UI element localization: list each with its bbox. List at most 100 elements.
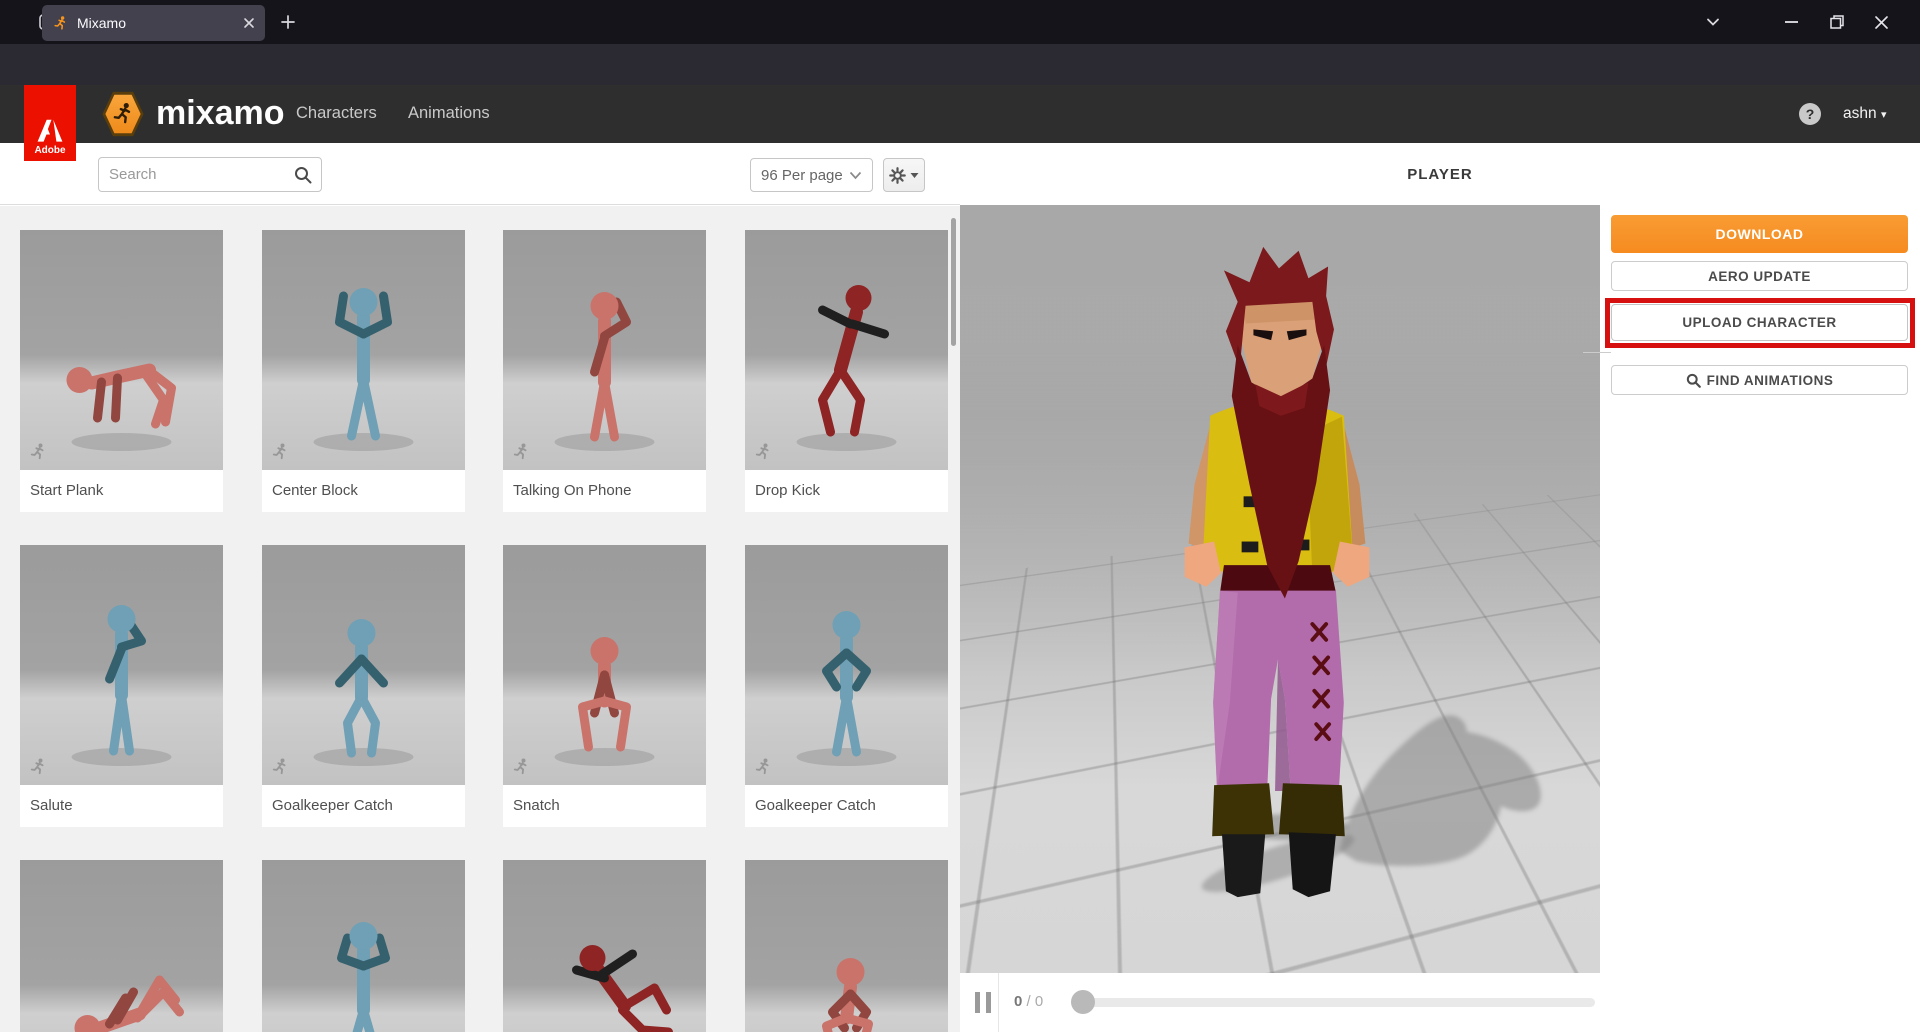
frame-counter: 0 / 0 <box>1014 993 1043 1010</box>
card-thumbnail <box>503 230 706 470</box>
timeline-slider[interactable] <box>1075 998 1595 1007</box>
animation-card[interactable]: Goalkeeper Catch <box>745 545 948 827</box>
chevron-down-icon <box>849 171 862 180</box>
find-animations-button[interactable]: FIND ANIMATIONS <box>1611 365 1908 395</box>
card-label: Start Plank <box>20 470 223 512</box>
animation-card[interactable] <box>20 860 223 1032</box>
caret-down-icon <box>910 172 919 179</box>
card-thumbnail <box>20 545 223 785</box>
per-page-select[interactable]: 96 Per page <box>750 158 873 192</box>
slider-knob[interactable] <box>1071 990 1095 1014</box>
card-label: Salute <box>20 785 223 827</box>
card-thumbnail <box>20 860 223 1032</box>
minimize-icon[interactable] <box>1778 10 1804 34</box>
search-box <box>98 157 322 192</box>
animation-figure <box>20 860 223 1032</box>
tab-title: Mixamo <box>77 15 243 31</box>
card-thumbnail <box>20 230 223 470</box>
card-label: Talking On Phone <box>503 470 706 512</box>
animation-figure <box>745 860 948 1032</box>
animation-type-run-icon <box>270 757 290 777</box>
animation-type-run-icon <box>511 757 531 777</box>
adobe-mark-icon <box>37 119 63 143</box>
animation-card[interactable]: Snatch <box>503 545 706 827</box>
player-sidebar: DOWNLOAD AERO UPDATE UPLOAD CHARACTER FI… <box>1600 205 1920 1032</box>
animation-card[interactable]: Salute <box>20 545 223 827</box>
animation-card[interactable] <box>262 860 465 1032</box>
gear-icon <box>889 167 906 184</box>
animation-figure <box>745 230 948 470</box>
download-button[interactable]: DOWNLOAD <box>1611 215 1908 253</box>
settings-gear-button[interactable] <box>883 158 925 192</box>
nav-animations[interactable]: Animations <box>408 104 490 123</box>
card-label: Goalkeeper Catch <box>745 785 948 827</box>
animation-type-run-icon <box>28 757 48 777</box>
animation-type-run-icon <box>753 757 773 777</box>
animation-type-run-icon <box>511 442 531 462</box>
caret-down-icon: ▾ <box>1881 109 1887 121</box>
card-thumbnail <box>262 860 465 1032</box>
animation-card[interactable]: Talking On Phone <box>503 230 706 512</box>
mixamo-runner-icon <box>110 101 136 127</box>
card-thumbnail <box>745 230 948 470</box>
card-label: Goalkeeper Catch <box>262 785 465 827</box>
animation-figure <box>262 545 465 785</box>
upload-character-button[interactable]: UPLOAD CHARACTER <box>1611 304 1908 341</box>
search-icon[interactable] <box>294 166 312 184</box>
animation-type-run-icon <box>270 442 290 462</box>
player-header: PLAYER <box>960 143 1920 205</box>
find-animations-search-icon <box>1686 373 1701 388</box>
animation-figure <box>262 230 465 470</box>
animation-card[interactable]: Start Plank <box>20 230 223 512</box>
browser-tab[interactable]: Mixamo <box>42 5 265 41</box>
card-thumbnail <box>503 545 706 785</box>
animation-figure <box>503 545 706 785</box>
character-model <box>1117 237 1437 905</box>
help-icon[interactable]: ? <box>1799 103 1821 125</box>
animation-card[interactable]: Center Block <box>262 230 465 512</box>
tab-close-icon[interactable] <box>243 17 255 29</box>
adobe-logo[interactable]: Adobe <box>24 85 76 161</box>
new-tab-icon[interactable] <box>278 12 298 32</box>
maximize-icon[interactable] <box>1824 10 1850 34</box>
card-thumbnail <box>745 860 948 1032</box>
animation-figure <box>262 860 465 1032</box>
animation-card[interactable] <box>745 860 948 1032</box>
animation-card[interactable]: Goalkeeper Catch <box>262 545 465 827</box>
animation-figure <box>20 230 223 470</box>
tabs-list-chevron-icon[interactable] <box>1700 12 1726 32</box>
adobe-label: Adobe <box>34 145 65 156</box>
animation-card[interactable]: Drop Kick <box>745 230 948 512</box>
scrollbar-thumb[interactable] <box>951 218 956 346</box>
aero-update-button[interactable]: AERO UPDATE <box>1611 261 1908 291</box>
card-thumbnail <box>262 230 465 470</box>
nav-characters[interactable]: Characters <box>296 104 377 123</box>
sidebar-divider <box>1583 352 1611 353</box>
character-viewer[interactable] <box>960 205 1600 973</box>
animation-type-run-icon <box>28 442 48 462</box>
card-thumbnail <box>503 860 706 1032</box>
card-grid: Start Plank Center Block Talking On Phone D… <box>0 206 960 1032</box>
browser-tab-bar: Mixamo <box>0 0 1920 44</box>
card-label: Center Block <box>262 470 465 512</box>
card-label: Drop Kick <box>745 470 948 512</box>
animation-type-run-icon <box>753 442 773 462</box>
browser-toolbar: www.mixamo.com/#/ 120% M w 2 <box>0 44 1920 85</box>
animation-figure <box>745 545 948 785</box>
animation-figure <box>20 545 223 785</box>
card-thumbnail <box>262 545 465 785</box>
animation-figure <box>503 230 706 470</box>
close-icon[interactable] <box>1868 10 1894 34</box>
card-label: Snatch <box>503 785 706 827</box>
mixamo-favicon <box>52 15 69 32</box>
animation-card[interactable] <box>503 860 706 1032</box>
pause-button[interactable] <box>975 992 991 1013</box>
user-menu[interactable]: ashn ▾ <box>1843 105 1886 123</box>
brand-wordmark[interactable]: mixamo <box>156 94 285 133</box>
bar-divider <box>998 973 999 1032</box>
player-title: PLAYER <box>1407 166 1472 183</box>
card-thumbnail <box>745 545 948 785</box>
search-input[interactable] <box>109 158 294 191</box>
site-header <box>0 85 1920 143</box>
animation-figure <box>503 860 706 1032</box>
